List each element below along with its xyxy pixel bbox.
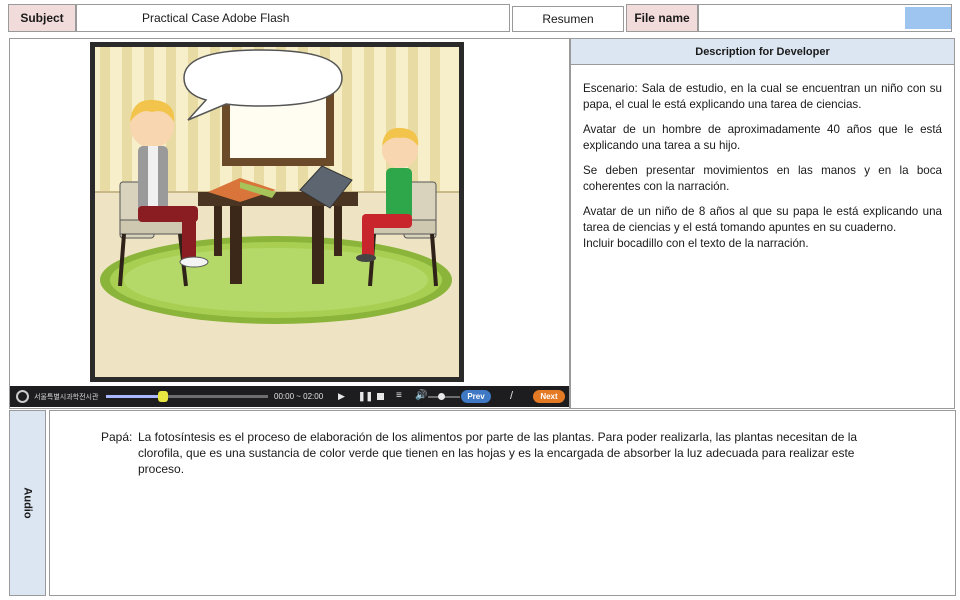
progress-handle[interactable] — [157, 391, 168, 402]
player-bar: 서울특별시과학전시관 00:00 ~ 02:00 ▶ ❚❚ ≡ 🔊 Prev /… — [10, 386, 569, 407]
narration-speaker: Papá: — [101, 430, 133, 444]
progress-track[interactable] — [106, 391, 268, 402]
prev-button-label: Prev — [467, 392, 485, 401]
player-logo-text: 서울특별시과학전시관 — [34, 394, 99, 401]
summary-button-label: Resumen — [542, 12, 594, 26]
pause-icon[interactable]: ❚❚ — [358, 391, 373, 402]
file-name-label: File name — [626, 4, 698, 32]
description-header: Description for Developer — [570, 38, 955, 65]
file-color-box — [905, 7, 951, 29]
file-name-field[interactable] — [698, 4, 952, 32]
description-body: Escenario: Sala de estudio, en la cual s… — [570, 65, 955, 409]
progress-fill — [106, 395, 163, 398]
summary-button[interactable]: Resumen — [512, 6, 624, 32]
scene-illustration — [90, 42, 464, 382]
volume-handle[interactable] — [437, 393, 445, 400]
narration-text: La fotosíntesis es el proceso de elabora… — [138, 430, 858, 476]
description-paragraph: Avatar de un niño de 8 años al que su pa… — [583, 205, 942, 234]
page-separator: / — [510, 390, 514, 402]
audio-tab: Audio — [9, 410, 46, 596]
menu-icon[interactable]: ≡ — [396, 390, 402, 401]
description-paragraph: Incluir bocadillo con el texto de la nar… — [583, 237, 809, 250]
volume-icon[interactable]: 🔊 — [415, 390, 427, 401]
stop-icon[interactable] — [377, 393, 384, 400]
audio-script-panel: Papá: La fotosíntesis es el proceso de e… — [49, 410, 956, 596]
subject-label: Subject — [8, 4, 76, 32]
player-logo-icon — [16, 390, 29, 403]
prev-button[interactable]: Prev — [461, 390, 491, 403]
volume-track[interactable] — [428, 393, 460, 400]
description-paragraph: Se deben presentar movimientos en las ma… — [583, 164, 942, 193]
description-paragraph: Escenario: Sala de estudio, en la cual s… — [583, 82, 942, 111]
time-display: 00:00 ~ 02:00 — [274, 392, 324, 401]
subject-value: Practical Case Adobe Flash — [142, 11, 290, 25]
description-paragraph: Avatar de un hombre de aproximadamente 4… — [583, 123, 942, 152]
next-button-label: Next — [540, 392, 558, 401]
subject-field[interactable]: Practical Case Adobe Flash — [76, 4, 510, 32]
next-button[interactable]: Next — [533, 390, 565, 403]
play-icon[interactable]: ▶ — [338, 391, 345, 402]
audio-tab-label: Audio — [21, 487, 34, 519]
